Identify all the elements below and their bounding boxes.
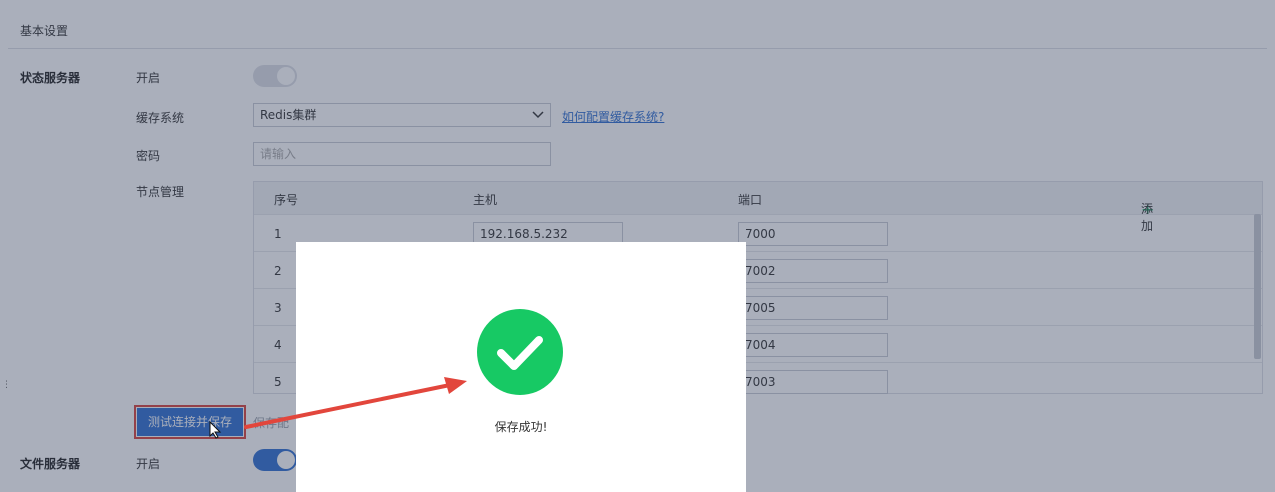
success-dialog: 保存成功!: [296, 242, 746, 492]
success-message: 保存成功!: [494, 420, 548, 434]
mouse-pointer-icon: [209, 421, 222, 439]
check-circle-icon: [477, 309, 563, 395]
